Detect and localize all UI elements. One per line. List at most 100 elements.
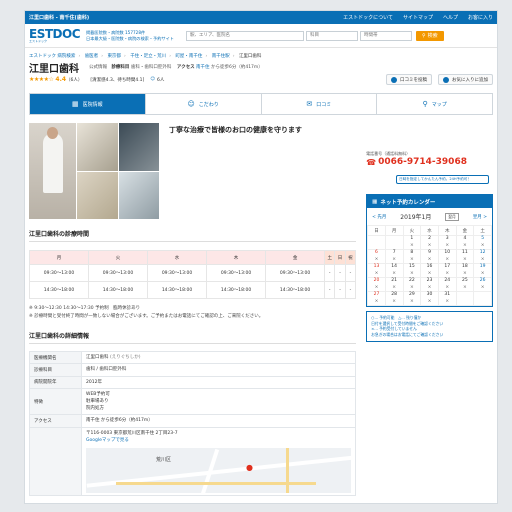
- topbar-link-sitemap[interactable]: サイトマップ: [403, 14, 433, 21]
- estdoc-logo[interactable]: ESTDOC エストドック: [29, 28, 81, 43]
- topbar-link-about[interactable]: エストドックについて: [343, 14, 393, 21]
- prev-month-link[interactable]: < 先月: [372, 214, 386, 220]
- search-input[interactable]: [185, 30, 304, 41]
- calendar-body: 1 × 2 × 3 × 4 × 5 × 6 × 7 × 8 × 9 × 10 × 11 × 12 × 13 × 14 × 15 × 16 × 1…: [367, 235, 492, 306]
- calendar-day-status: ×: [374, 284, 379, 290]
- tab-map[interactable]: ⚲ マップ: [377, 94, 492, 114]
- legend-line: お急ぎの場合はお電話にてご確認ください: [371, 332, 444, 338]
- search-button-label: 検索: [427, 33, 438, 39]
- calendar-day[interactable]: 23 ×: [420, 277, 439, 292]
- calendar-day[interactable]: 31 ×: [437, 291, 457, 306]
- doctor-figure: [43, 133, 63, 193]
- breadcrumb-item[interactable]: 千住・足立・荒川: [130, 54, 166, 59]
- calendar-day[interactable]: 4 ×: [455, 235, 475, 250]
- calendar-nav: < 先月 2019年1月 翌月 翌月 >: [367, 208, 492, 225]
- post-review-label: 口コミを投稿: [400, 77, 427, 83]
- doctor-icon: ☺: [187, 100, 195, 108]
- google-map-link[interactable]: Googleマップで見る: [86, 437, 351, 444]
- calendar-day[interactable]: 21 ×: [384, 277, 404, 292]
- calendar-day[interactable]: 26 ×: [473, 277, 492, 292]
- calendar-day[interactable]: 7 ×: [384, 249, 404, 264]
- post-review-button[interactable]: 口コミを投稿: [386, 74, 432, 85]
- calendar-day[interactable]: 17 ×: [437, 263, 457, 278]
- tab-clinic-info[interactable]: ▦ 医院情報: [30, 94, 146, 114]
- review-icon: [391, 76, 397, 83]
- add-favorite-button[interactable]: お気に入りに追加: [438, 74, 493, 85]
- photo-thumb-exterior[interactable]: [77, 123, 118, 171]
- calendar-day[interactable]: 16 ×: [420, 263, 439, 278]
- access-walk: から徒歩6分（約417m）: [210, 65, 263, 70]
- header: ESTDOC エストドック 掲載医院数・病院数 157728件 日本最大級・医院…: [25, 24, 497, 48]
- calendar-day[interactable]: 2 ×: [420, 235, 439, 250]
- calendar-day[interactable]: 22 ×: [402, 277, 422, 292]
- doctor-photo[interactable]: [29, 123, 76, 219]
- calendar-day[interactable]: 13 ×: [367, 263, 386, 278]
- topbar-link-help[interactable]: ヘルプ: [443, 14, 458, 21]
- calendar-day-status: ×: [427, 270, 432, 276]
- calendar-day-status: ×: [463, 242, 467, 248]
- calendar-day[interactable]: 8 ×: [402, 249, 422, 264]
- breadcrumb-item[interactable]: 東京都: [107, 54, 121, 59]
- calendar-day[interactable]: 25 ×: [455, 277, 475, 292]
- calendar-day[interactable]: 10 ×: [437, 249, 457, 264]
- photo-thumb-reception[interactable]: [77, 171, 118, 219]
- breadcrumb-item[interactable]: 町屋・南千住: [175, 54, 202, 59]
- calendar-day[interactable]: 20 ×: [367, 277, 386, 292]
- calendar-day[interactable]: 9 ×: [420, 249, 439, 264]
- detail-table: 医療機関名 江里口歯科 (えりぐちしか) 診療科目 歯科 / 歯科口腔外科 病院…: [29, 351, 357, 496]
- photo-thumb-entrance[interactable]: [118, 123, 159, 171]
- calendar-day-status: ×: [409, 298, 414, 304]
- tab-features[interactable]: ☺ こだわり: [145, 94, 262, 114]
- main-content: 丁寧な治療で皆様のお口の健康を守ります 江里口歯科の診療時間 月 火 水 木 金…: [25, 115, 497, 496]
- hours-notes: ※ 9:30〜12:30 14:30〜17:30 予約制 臨時休診あり ※ 診療…: [29, 305, 356, 321]
- calendar-day[interactable]: 12 ×: [473, 249, 492, 264]
- table-row: 医療機関名 江里口歯科 (えりぐちしか): [29, 351, 357, 365]
- tab-reviews[interactable]: ✉ 口コミ: [261, 94, 378, 114]
- calendar-day[interactable]: 29 ×: [402, 291, 422, 306]
- map-pin-icon: ⚲: [422, 100, 428, 108]
- tab-label: マップ: [431, 101, 447, 108]
- breadcrumb-item[interactable]: 歯医者: [85, 54, 99, 59]
- hours-heading: 江里口歯科の診療時間: [29, 229, 357, 242]
- calendar-day[interactable]: 19 ×: [473, 263, 492, 278]
- access-label: アクセス: [176, 65, 195, 70]
- calendar-week-row: 6 × 7 × 8 × 9 × 10 × 11 × 12 ×: [367, 249, 492, 264]
- photo-thumb-treatment-room[interactable]: [118, 171, 159, 219]
- search-button[interactable]: ⚲ 検索: [415, 30, 444, 41]
- month-select[interactable]: 翌月: [445, 212, 459, 221]
- map-pin-icon: ●: [246, 462, 253, 472]
- calendar-day[interactable]: 28 ×: [384, 291, 404, 306]
- map-embed[interactable]: 荒川区 ●: [86, 447, 352, 493]
- calendar-day-status: ×: [480, 256, 485, 262]
- breadcrumb-item[interactable]: 南千住駅: [212, 54, 230, 59]
- calendar-day[interactable]: 27 ×: [367, 291, 386, 306]
- next-month-link[interactable]: 翌月 >: [473, 214, 487, 220]
- calendar-day[interactable]: 6 ×: [367, 249, 386, 264]
- access-station-link[interactable]: 南千住: [196, 65, 210, 70]
- tab-label: 口コミ: [316, 101, 332, 108]
- topbar-link-favorites[interactable]: お客に入り: [468, 14, 493, 21]
- calendar-day[interactable]: 15 ×: [402, 263, 422, 278]
- calendar-day[interactable]: 1 ×: [402, 235, 422, 250]
- phone-number[interactable]: ☎ 0066-9714-39068: [366, 157, 493, 167]
- topbar: 江里口歯科 - 南千住(歯科) エストドックについて サイトマップ ヘルプ お客…: [25, 11, 497, 24]
- like-icon: ☺: [150, 77, 155, 82]
- breadcrumb-separator-icon: ›: [123, 54, 126, 59]
- calendar-day[interactable]: 5 ×: [473, 235, 492, 250]
- hours-cell: 09:30〜13:00: [88, 264, 149, 282]
- calendar-day[interactable]: 30 ×: [420, 291, 439, 306]
- hours-day: 木: [206, 250, 267, 265]
- breadcrumb-item[interactable]: エストドック 病院検索: [29, 54, 75, 59]
- search-dept-select[interactable]: [305, 30, 358, 41]
- calendar-day[interactable]: 3 ×: [437, 235, 457, 250]
- calendar-day[interactable]: 11 ×: [455, 249, 475, 264]
- calendar-day[interactable]: 24 ×: [437, 277, 457, 292]
- calendar-icon: ▦: [372, 198, 378, 205]
- calendar-day[interactable]: 14 ×: [384, 263, 404, 278]
- search-time-select[interactable]: [359, 30, 412, 41]
- calendar-day-status: ×: [409, 242, 414, 248]
- calendar-callout: 日時を指定してかんたん予約。24H予約可！: [396, 175, 489, 184]
- hours-note: ※ 9:30〜12:30 14:30〜17:30 予約制 臨時休診あり: [29, 306, 141, 311]
- hours-header-row: 月 火 水 木 金 土 日 祝: [28, 250, 357, 265]
- calendar-day[interactable]: 18 ×: [455, 263, 475, 278]
